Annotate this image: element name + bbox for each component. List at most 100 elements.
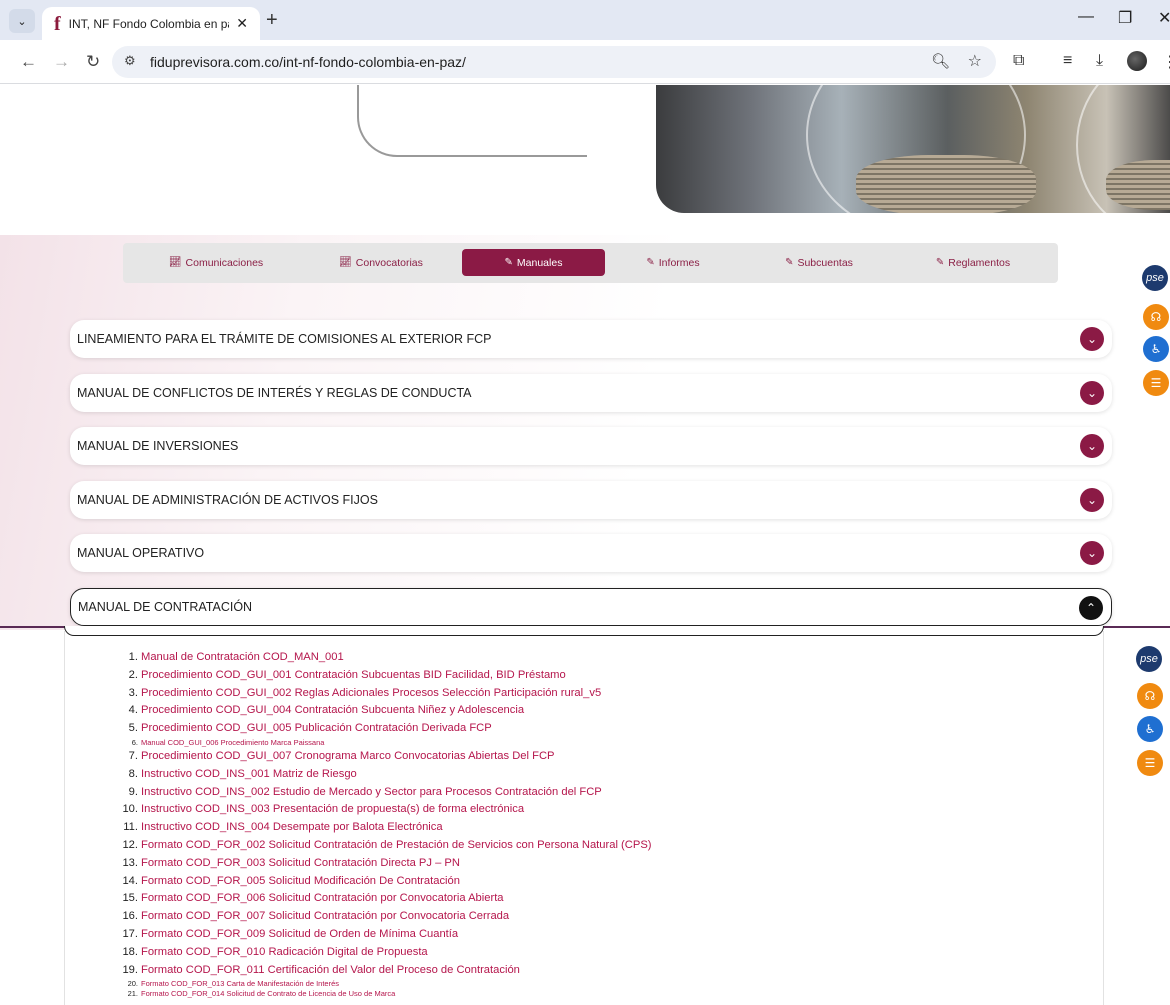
document-link[interactable]: Formato COD_FOR_013 Carta de Manifestaci… [141,979,339,988]
accordion-item-open[interactable]: MANUAL DE CONTRATACIÓN ⌃ [70,588,1112,626]
tab-search-icon[interactable]: ⌄ [9,9,35,33]
accordion-item[interactable]: MANUAL DE CONFLICTOS DE INTERÉS Y REGLAS… [70,374,1112,412]
list-item-number: 1. [128,651,138,663]
list-item-number: 4. [128,704,138,717]
chevron-down-icon[interactable]: ⌄ [1080,381,1104,405]
document-link[interactable]: Formato COD_FOR_014 Solicitud de Contrat… [141,989,395,998]
list-item-number: 8. [128,767,138,780]
documents-list: 1. Manual de Contratación COD_MAN_001 2. Pr… [122,649,652,999]
document-link[interactable]: Formato COD_FOR_006 Solicitud Contrataci… [141,892,504,904]
tab-convocatorias[interactable]: 📈︎ Convocatorias [311,249,451,276]
url-text: fiduprevisora.com.co/int-nf-fondo-colomb… [150,54,466,70]
bookmark-star-icon[interactable]: ☆ [968,51,982,71]
accordion-item[interactable]: MANUAL DE INVERSIONES ⌄ [70,427,1112,465]
list-item-number: 2. [128,668,138,681]
chat-icon[interactable]: ☰ [1143,370,1169,396]
list-item: 19. Formato COD_FOR_011 Certificación del… [122,962,652,980]
chevron-down-icon[interactable]: ⌄ [1080,327,1104,351]
list-item-number: 5. [128,722,138,735]
accordion-item[interactable]: LINEAMIENTO PARA EL TRÁMITE DE COMISIONE… [70,320,1112,358]
chevron-down-icon[interactable]: ⌄ [1080,541,1104,565]
list-item: 4. Procedimiento COD_GUI_004 Contratación… [129,702,652,720]
chat-icon[interactable]: ☰ [1137,750,1163,776]
tab-informes[interactable]: ✎ Informes [603,249,743,276]
accordion-item[interactable]: MANUAL DE ADMINISTRACIÓN DE ACTIVOS FIJO… [70,481,1112,519]
list-item: 5. Procedimiento COD_GUI_005 Publicación … [129,720,652,738]
document-link[interactable]: Instructivo COD_INS_003 Presentación de … [141,803,524,815]
list-item: 16. Formato COD_FOR_007 Solicitud Contrat… [122,908,652,926]
list-item: 13. Formato COD_FOR_003 Solicitud Contrat… [122,855,652,873]
list-item: 15. Formato COD_FOR_006 Solicitud Contrat… [122,890,652,908]
forward-icon[interactable]: → [53,52,70,72]
document-link[interactable]: Procedimiento COD_GUI_001 Contratación S… [141,669,566,681]
document-link[interactable]: Procedimiento COD_GUI_004 Contratación S… [141,704,524,716]
tab-comunicaciones[interactable]: 📈︎ Comunicaciones [163,249,269,276]
document-link[interactable]: Procedimiento COD_GUI_005 Publicación Co… [141,722,492,734]
document-link[interactable]: Formato COD_FOR_011 Certificación del Va… [141,964,520,976]
extensions-icon[interactable]: ⧉ [1013,52,1024,70]
list-item-number: 10. [122,803,138,816]
back-icon[interactable]: ← [20,52,37,72]
pse-payment-button[interactable]: pse [1142,265,1168,291]
chevron-down-icon[interactable]: ⌄ [1080,434,1104,458]
new-tab-icon[interactable]: + [266,9,278,32]
reload-icon[interactable]: ↻ [86,52,100,72]
list-item: 1. Manual de Contratación COD_MAN_001 [129,649,652,667]
document-link[interactable]: Formato COD_FOR_002 Solicitud Contrataci… [141,839,652,851]
media-controls-icon[interactable]: ≡ [1063,52,1072,70]
minimize-icon[interactable]: — [1078,8,1094,26]
document-link[interactable]: Formato COD_FOR_009 Solicitud de Orden d… [141,928,458,940]
document-link[interactable]: Formato COD_FOR_005 Solicitud Modificaci… [141,875,460,887]
list-item: 20. Formato COD_FOR_013 Carta de Manifest… [128,979,652,989]
list-item-number: 13. [122,856,138,869]
window-close-icon[interactable]: ✕ [1158,8,1170,28]
tab-manuales[interactable]: ✎ Manuales [462,249,605,276]
document-link[interactable]: Manual de Contratación COD_MAN_001 [141,651,344,663]
address-bar[interactable]: ⚙ fiduprevisora.com.co/int-nf-fondo-colo… [112,46,996,78]
list-item: 9. Instructivo COD_INS_002 Estudio de Mer… [129,784,652,802]
list-item: 11. Instructivo COD_INS_004 Desempate por… [123,819,652,837]
zoom-icon[interactable]: 🔍︎ [931,52,950,70]
category-tabs: 📈︎ Comunicaciones 📈︎ Convocatorias ✎ Manual… [123,243,1058,283]
list-item: 6. Manual COD_GUI_006 Procedimiento Marca… [132,738,652,748]
profile-avatar[interactable] [1127,51,1147,71]
browser-tab[interactable]: f INT, NF Fondo Colombia en paz ✕ [42,7,260,40]
tab-reglamentos[interactable]: ✎ Reglamentos [903,249,1043,276]
restore-icon[interactable]: ❐ [1118,8,1132,28]
chart-icon: 📈︎ [339,257,352,268]
close-tab-icon[interactable]: ✕ [236,15,248,32]
support-headset-icon[interactable]: ☊ [1137,683,1163,709]
document-link[interactable]: Instructivo COD_INS_001 Matriz de Riesgo [141,768,357,780]
list-item: 18. Formato COD_FOR_010 Radicación Digita… [122,944,652,962]
list-item: 2. Procedimiento COD_GUI_001 Contratación… [129,667,652,685]
download-icon[interactable]: ⤓ [1096,52,1103,70]
document-link[interactable]: Procedimiento COD_GUI_002 Reglas Adicion… [141,687,601,699]
list-item-number: 21. [127,989,138,999]
menu-icon[interactable]: ⋮ [1162,52,1170,72]
accordion-item[interactable]: MANUAL OPERATIVO ⌄ [70,534,1112,572]
accessibility-icon[interactable]: ♿︎ [1137,716,1163,742]
page-content: 📈︎ Comunicaciones 📈︎ Convocatorias ✎ Manual… [0,85,1170,1005]
document-link[interactable]: Formato COD_FOR_010 Radicación Digital d… [141,946,428,958]
list-item-number: 12. [122,838,138,851]
document-link[interactable]: Formato COD_FOR_003 Solicitud Contrataci… [141,857,460,869]
list-item-number: 20. [127,979,138,989]
tab-subcuentas[interactable]: ✎ Subcuentas [749,249,889,276]
chevron-down-icon[interactable]: ⌄ [1080,488,1104,512]
list-item: 8. Instructivo COD_INS_001 Matriz de Ries… [129,766,652,784]
document-link[interactable]: Instructivo COD_INS_004 Desempate por Ba… [141,821,443,833]
chevron-up-icon[interactable]: ⌃ [1079,596,1103,620]
document-link[interactable]: Instructivo COD_INS_002 Estudio de Merca… [141,786,602,798]
document-link[interactable]: Formato COD_FOR_007 Solicitud Contrataci… [141,910,509,922]
pse-payment-button[interactable]: pse [1136,646,1162,672]
tab-title: INT, NF Fondo Colombia en paz [68,16,229,31]
edit-icon: ✎ [646,257,655,268]
edit-icon: ✎ [785,257,794,268]
list-item-number: 16. [122,910,138,923]
browser-tab-bar: ⌄ f INT, NF Fondo Colombia en paz ✕ + — … [0,0,1170,40]
accessibility-icon[interactable]: ♿︎ [1143,336,1169,362]
support-headset-icon[interactable]: ☊ [1143,304,1169,330]
document-link[interactable]: Procedimiento COD_GUI_007 Cronograma Mar… [141,750,555,762]
document-link[interactable]: Manual COD_GUI_006 Procedimiento Marca P… [141,738,324,747]
site-info-icon[interactable]: ⚙ [124,53,136,69]
